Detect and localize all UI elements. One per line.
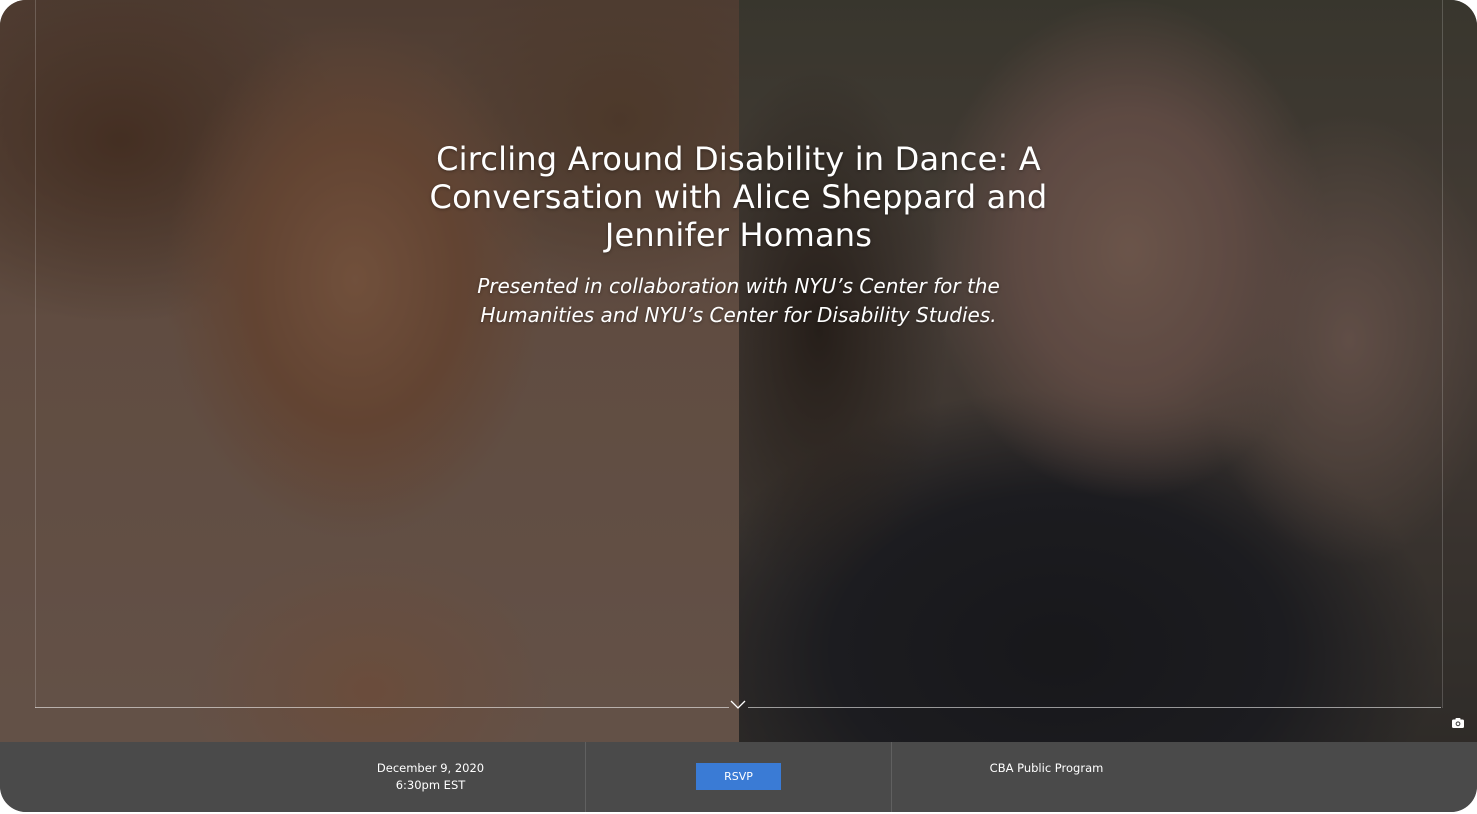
rsvp-button[interactable]: RSVP [696,763,781,790]
event-title: Circling Around Disability in Dance: A C… [429,140,1048,254]
program-label[interactable]: CBA Public Program [893,760,1200,777]
org-link-disability-studies[interactable]: NYU’s Center for Disability Studies [645,303,991,327]
event-date: December 9, 2020 [376,761,485,775]
program-type: CBA Public Program [893,742,1200,812]
subtitle-suffix: . [990,303,997,327]
rsvp-cell: RSVP [585,742,892,812]
hero-divider-right [748,707,1441,708]
event-hero-frame: Circling Around Disability in Dance: A C… [0,0,1477,812]
camera-icon[interactable] [1451,716,1465,730]
hero-title-block: Circling Around Disability in Dance: A C… [390,140,1087,330]
event-subtitle: Presented in collaboration with NYU’s Ce… [439,272,1039,330]
subtitle-and: and [594,303,645,327]
event-info-bar: December 9, 2020 6:30pm EST RSVP CBA Pub… [0,742,1477,812]
hero-frame-lines [35,0,1443,708]
event-time: 6:30pm EST [395,778,466,792]
hero-divider-left [35,707,729,708]
chevron-down-icon[interactable] [729,698,747,712]
event-datetime: December 9, 2020 6:30pm EST [277,742,584,812]
hero-banner: Circling Around Disability in Dance: A C… [0,0,1477,742]
subtitle-prefix: Presented in collaboration with [477,274,795,298]
